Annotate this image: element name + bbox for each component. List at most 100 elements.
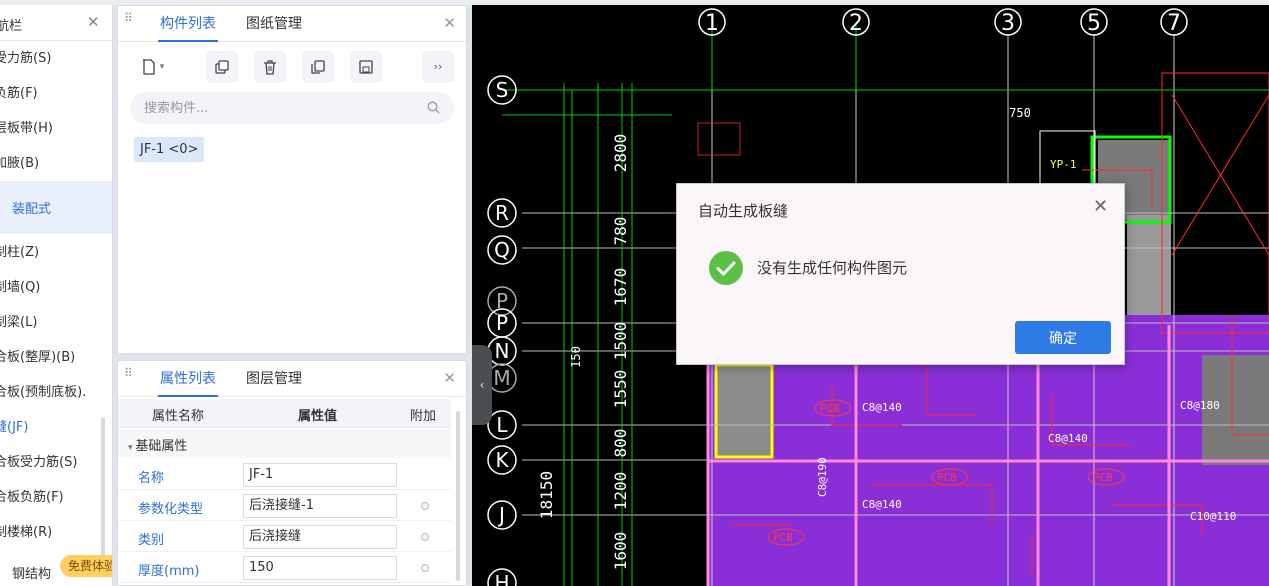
nav-item-composite-stress-rebar[interactable]: 合板受力筋(S)	[0, 445, 77, 480]
svg-text:PCB: PCB	[820, 402, 840, 415]
svg-text:7: 7	[1167, 11, 1181, 36]
property-group-basic[interactable]: ▾ 基础属性	[118, 429, 451, 458]
svg-text:S: S	[496, 78, 509, 102]
svg-text:PCB: PCB	[773, 531, 793, 544]
component-item-jf1[interactable]: JF-1 <0>	[134, 137, 205, 162]
nav-item-stress-rebar[interactable]: 受力筋(S)	[0, 41, 51, 76]
tag-rebar: C8@140	[862, 401, 902, 414]
property-label: 类别	[138, 533, 165, 548]
navigation-panel: 航栏 ✕ 受力筋(S) 负筋(F) 层板带(H) 加腋(B) 装配式 制柱(Z)…	[0, 5, 113, 586]
tab-drawing-management[interactable]: 图纸管理	[246, 6, 302, 42]
nav-group-label: 装配式	[12, 202, 52, 217]
nav-item-haunch[interactable]: 加腋(B)	[0, 146, 39, 181]
hatched-region	[1127, 215, 1171, 315]
nav-item-composite-neg-rebar[interactable]: 合板负筋(F)	[0, 480, 64, 515]
drag-handle-icon[interactable]: ⠿	[124, 12, 134, 24]
nav-item-slab-band[interactable]: 层板带(H)	[0, 111, 53, 146]
svg-text:800: 800	[611, 429, 630, 458]
success-check-icon	[709, 251, 743, 285]
more-button[interactable]: ››	[422, 51, 454, 83]
property-table-header: 属性名称 属性值 附加	[118, 399, 451, 428]
drag-handle-icon[interactable]: ⠿	[124, 367, 134, 379]
search-icon[interactable]	[427, 101, 440, 114]
component-panel: ⠿ 构件列表 图纸管理 ✕ ▾ ›› JF-1 <0>	[117, 5, 467, 354]
svg-text:3: 3	[1001, 11, 1015, 36]
tag-rebar: C8@190	[816, 457, 829, 497]
column-header-name: 属性名称	[152, 409, 205, 424]
component-search	[130, 92, 454, 124]
nav-item-prefab-column[interactable]: 制柱(Z)	[0, 235, 39, 270]
nav-item-joint[interactable]: 缝(JF)	[0, 410, 28, 445]
nav-item-neg-rebar[interactable]: 负筋(F)	[0, 76, 38, 111]
new-component-button[interactable]: ▾	[130, 51, 174, 83]
svg-text:R: R	[495, 201, 509, 225]
nav-item-composite-slab-full[interactable]: 合板(整厚)(B)	[0, 340, 75, 375]
tab-property-list[interactable]: 属性列表	[158, 361, 218, 397]
axis-bubble-3: 3	[994, 8, 1022, 36]
delete-button[interactable]	[254, 51, 286, 83]
property-panel-close-icon[interactable]: ✕	[443, 369, 456, 387]
property-label: 厚度(mm)	[138, 564, 200, 579]
component-panel-close-icon[interactable]: ✕	[443, 14, 456, 32]
nav-item-composite-slab-precast[interactable]: 合板(预制底板).	[0, 375, 86, 410]
save-template-button[interactable]	[350, 51, 382, 83]
extra-checkbox[interactable]	[421, 564, 429, 572]
extra-checkbox[interactable]	[421, 533, 429, 541]
extra-checkbox[interactable]	[421, 502, 429, 510]
axis-bubble-L: L	[487, 410, 517, 440]
tab-layer-management[interactable]: 图层管理	[246, 361, 302, 397]
property-label: 名称	[138, 471, 165, 486]
svg-text:750: 750	[1009, 106, 1031, 120]
nav-scrollbar[interactable]	[101, 417, 105, 577]
row-axis-labels: S R Q P P N M L K J H	[487, 75, 517, 586]
copy-button[interactable]	[206, 51, 238, 83]
svg-text:P: P	[496, 311, 508, 335]
svg-text:H: H	[494, 571, 509, 586]
nav-item-steel[interactable]: 钢结构	[12, 563, 51, 582]
search-input[interactable]	[144, 99, 414, 117]
property-value-input[interactable]: 后浇接缝-1	[243, 494, 397, 518]
axis-bubble-7: 7	[1160, 8, 1188, 36]
ok-button[interactable]: 确定	[1015, 321, 1111, 354]
nav-group-prefab[interactable]: 装配式	[0, 181, 112, 234]
red-annotation-box	[697, 122, 741, 156]
svg-text:K: K	[495, 448, 509, 472]
svg-text:1: 1	[705, 11, 719, 36]
axis-bubble-N: N	[487, 336, 517, 366]
nav-item-prefab-beam[interactable]: 制梁(L)	[0, 305, 37, 340]
svg-text:J: J	[497, 503, 505, 527]
hatched-region	[714, 363, 774, 459]
svg-text:L: L	[496, 413, 508, 437]
component-toolbar: ▾ ››	[130, 51, 454, 83]
axis-bubble-2: 2	[842, 8, 870, 36]
svg-text:780: 780	[611, 217, 630, 246]
column-axis-labels: 1 2 3 5 7	[698, 8, 1188, 36]
copy-icon	[215, 60, 229, 74]
property-value-input[interactable]: JF-1	[243, 463, 397, 487]
duplicate-icon	[311, 60, 325, 74]
svg-text:Q: Q	[494, 238, 510, 262]
axis-bubble-5: 5	[1080, 8, 1108, 36]
svg-text:150: 150	[569, 346, 583, 368]
tab-component-list[interactable]: 构件列表	[158, 6, 218, 42]
duplicate-button[interactable]	[302, 51, 334, 83]
property-scrollbar[interactable]	[456, 411, 460, 581]
slab-region	[708, 355, 1269, 586]
property-value-input[interactable]: 后浇接缝	[243, 525, 397, 549]
nav-item-prefab-wall[interactable]: 制墙(Q)	[0, 270, 40, 305]
property-row-param-type: 参数化类型 后浇接缝-1	[118, 490, 451, 521]
axis-bubble-K: K	[487, 445, 517, 475]
collapse-panel-button[interactable]: ‹	[472, 345, 492, 425]
property-value-input[interactable]: 150	[243, 556, 397, 580]
svg-text:1500: 1500	[611, 322, 630, 361]
nav-item-prefab-stair[interactable]: 制楼梯(R)	[0, 515, 52, 550]
svg-text:2800: 2800	[611, 134, 630, 173]
property-row-name: 名称 JF-1	[118, 459, 451, 490]
nav-close-icon[interactable]: ✕	[87, 13, 100, 31]
nav-header: 航栏 ✕	[0, 5, 112, 41]
dialog-title: 自动生成板缝	[698, 202, 789, 220]
axis-bubble-M: M	[487, 363, 517, 393]
svg-text:PCB: PCB	[1093, 471, 1113, 484]
dialog-close-icon[interactable]: ✕	[1093, 196, 1108, 217]
free-trial-badge[interactable]: 免费体验	[60, 555, 112, 577]
